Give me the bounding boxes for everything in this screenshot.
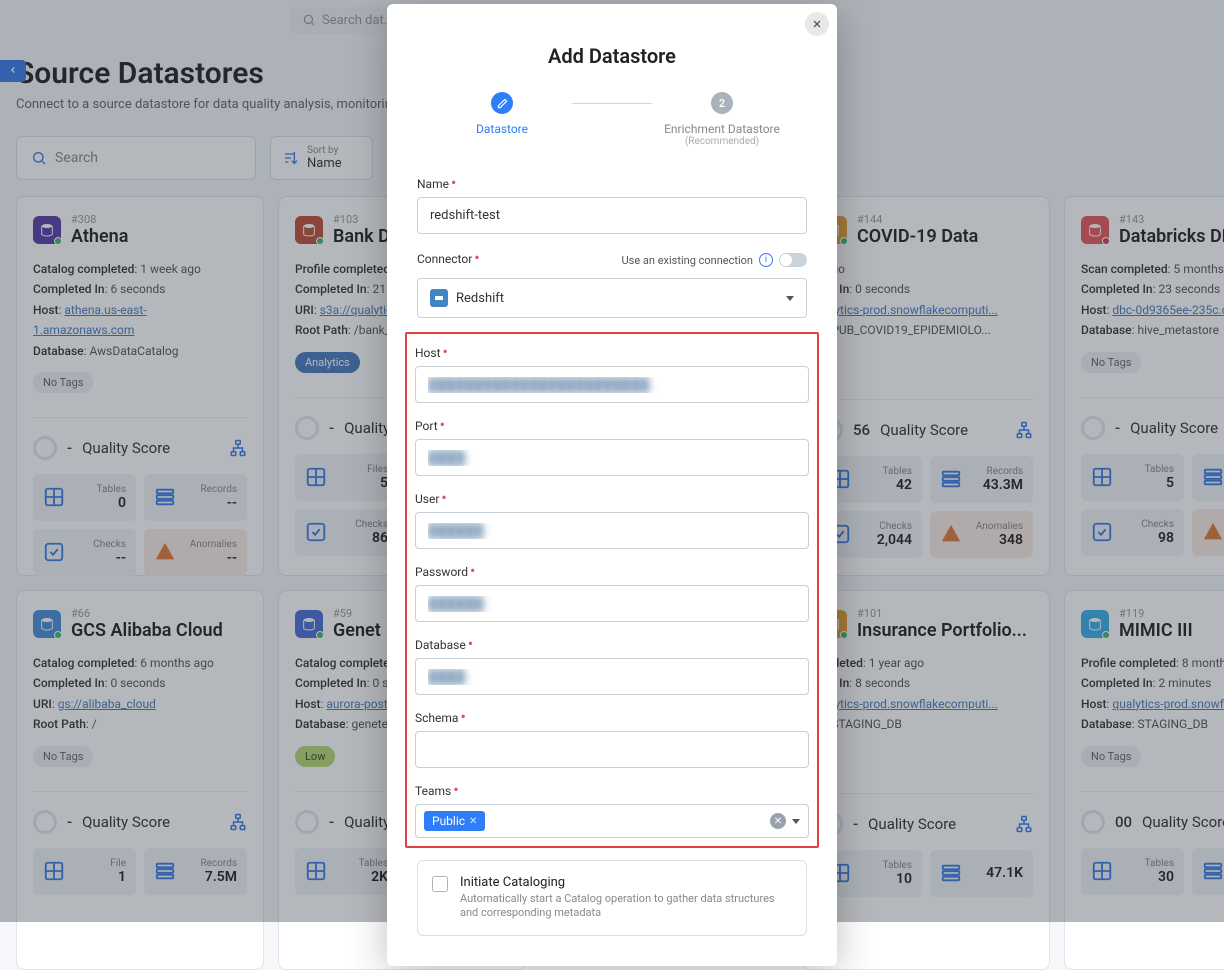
schema-label: Schema <box>415 711 458 725</box>
step-connector <box>572 103 652 104</box>
port-label: Port <box>415 419 438 433</box>
teams-input[interactable]: Public ✕ ✕ <box>415 804 809 838</box>
database-label: Database <box>415 638 466 652</box>
connector-value: Redshift <box>456 291 504 306</box>
connector-label: Connector <box>417 252 472 266</box>
step-2-circle: 2 <box>711 92 733 114</box>
teams-label: Teams <box>415 784 451 798</box>
clear-all-icon[interactable]: ✕ <box>770 813 786 829</box>
user-label: User <box>415 492 439 506</box>
close-icon <box>811 18 823 30</box>
add-datastore-modal: Add Datastore Datastore 2 Enrichment Dat… <box>387 4 837 966</box>
schema-input[interactable] <box>415 731 809 768</box>
chevron-down-icon <box>786 296 794 301</box>
catalog-desc: Automatically start a Catalog operation … <box>460 892 792 921</box>
existing-connection-label: Use an existing connection <box>622 254 753 267</box>
close-button[interactable] <box>805 12 829 36</box>
database-input[interactable] <box>415 658 809 695</box>
host-label: Host <box>415 346 441 360</box>
catalog-checkbox[interactable] <box>432 876 448 892</box>
step-2-sub: (Recommended) <box>685 136 759 147</box>
name-input[interactable] <box>417 197 807 234</box>
modal-title: Add Datastore <box>417 44 807 68</box>
initiate-cataloging-option[interactable]: Initiate Cataloging Automatically start … <box>417 860 807 936</box>
name-label: Name <box>417 177 449 191</box>
chevron-down-icon[interactable] <box>792 819 800 824</box>
catalog-title: Initiate Cataloging <box>460 875 792 890</box>
connector-select[interactable]: Redshift <box>417 278 807 318</box>
port-input[interactable] <box>415 439 809 476</box>
user-input[interactable] <box>415 512 809 549</box>
step-2[interactable]: 2 Enrichment Datastore (Recommended) <box>652 92 792 147</box>
step-1-label: Datastore <box>476 122 528 136</box>
team-chip-public[interactable]: Public ✕ <box>424 811 485 831</box>
password-input[interactable] <box>415 585 809 622</box>
host-input[interactable] <box>415 366 809 403</box>
chip-remove-icon[interactable]: ✕ <box>469 816 477 827</box>
connection-fields-highlight: Host• Port• User• Password• Database• Sc… <box>405 332 819 848</box>
stepper: Datastore 2 Enrichment Datastore (Recomm… <box>417 92 807 147</box>
step-1[interactable]: Datastore <box>432 92 572 136</box>
password-label: Password <box>415 565 468 579</box>
team-chip-label: Public <box>432 814 465 828</box>
existing-connection-toggle[interactable] <box>779 253 807 267</box>
info-icon[interactable]: i <box>759 253 773 267</box>
redshift-icon <box>430 289 448 307</box>
step-2-label: Enrichment Datastore <box>664 122 780 136</box>
pencil-icon <box>491 92 513 114</box>
